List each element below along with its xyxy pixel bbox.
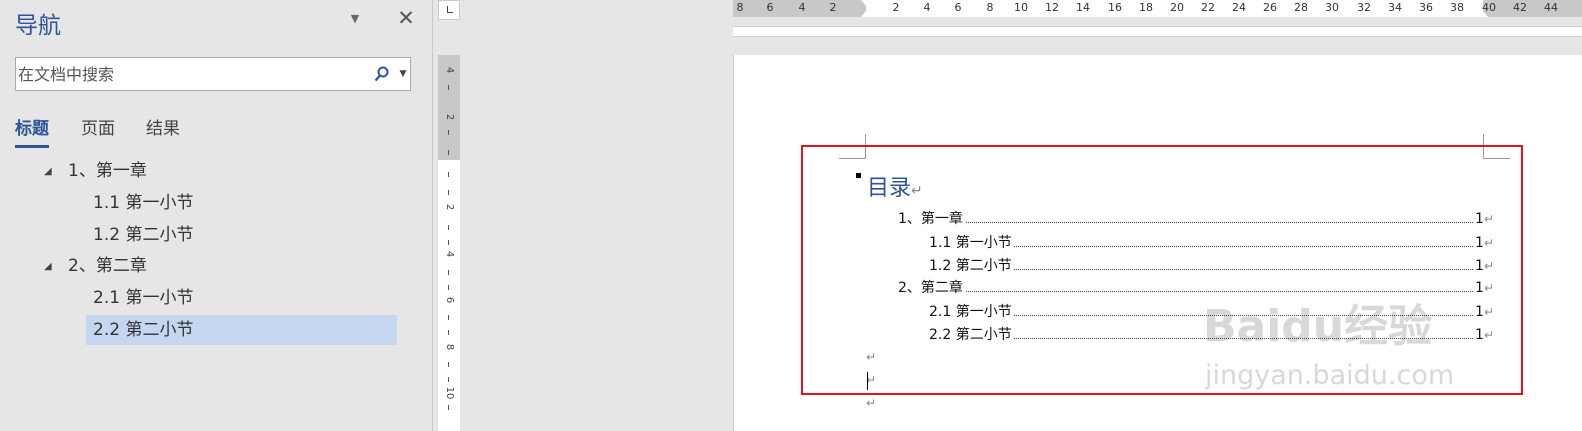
collapse-arrow-icon[interactable]: ◢ <box>44 165 58 179</box>
ruler-number: 42 <box>1513 1 1527 14</box>
ruler-tick <box>448 85 449 90</box>
ruler-number: 44 <box>1544 1 1558 14</box>
ruler-number: 4 <box>923 1 931 14</box>
tab-selector-button[interactable] <box>438 0 460 20</box>
ruler-number: 2 <box>444 113 455 121</box>
ruler-tick <box>448 285 449 290</box>
ruler-number: 38 <box>1450 1 1464 14</box>
ruler-tick <box>448 315 449 320</box>
ruler-number: 4 <box>444 66 455 74</box>
ruler-tick <box>448 330 449 335</box>
ruler-number: 6 <box>766 1 774 14</box>
first-line-indent-marker[interactable] <box>861 0 871 6</box>
ruler-number: 30 <box>1325 1 1339 14</box>
ruler-tick <box>448 377 449 382</box>
tree-item[interactable]: 1、第一章 <box>68 156 147 186</box>
ruler-number: 40 <box>1482 1 1496 14</box>
ruler-tick <box>448 172 449 177</box>
tree-item-selected[interactable]: 2.2 第二小节 <box>86 315 397 345</box>
ruler-number: 2 <box>829 1 837 14</box>
search-input[interactable] <box>18 61 358 87</box>
ruler-tick <box>448 405 449 410</box>
ruler-number: 20 <box>1170 1 1184 14</box>
ruler-tick <box>448 190 449 195</box>
ruler-number: 8 <box>736 1 744 14</box>
ruler-number: 22 <box>1201 1 1215 14</box>
ruler-number: 10 <box>444 386 455 400</box>
ruler-tick <box>448 150 449 155</box>
ruler-number: 12 <box>1045 1 1059 14</box>
ruler-number: 8 <box>444 343 455 351</box>
ruler-tick <box>448 270 449 275</box>
tab-pages[interactable]: 页面 <box>81 114 115 150</box>
ruler-number: 34 <box>1388 1 1402 14</box>
ruler-number: 28 <box>1294 1 1308 14</box>
collapse-arrow-icon[interactable]: ◢ <box>44 260 58 274</box>
ruler-number: 16 <box>1108 1 1122 14</box>
nav-title: 导航 <box>15 13 61 39</box>
search-options-dropdown-icon[interactable]: ▼ <box>397 67 409 81</box>
tree-item[interactable]: 1.1 第一小节 <box>93 188 193 218</box>
ruler-tick <box>448 362 449 367</box>
hanging-indent-marker[interactable] <box>861 11 871 17</box>
ruler-number: 36 <box>1419 1 1433 14</box>
tab-results[interactable]: 结果 <box>146 114 180 150</box>
ruler-number: 32 <box>1357 1 1371 14</box>
close-icon[interactable]: ✕ <box>396 7 416 29</box>
ruler-number: 4 <box>444 250 455 258</box>
tree-item[interactable]: 1.2 第二小节 <box>93 220 193 250</box>
ruler-strip <box>733 26 1582 37</box>
ruler-tick <box>448 130 449 135</box>
ruler-number: 26 <box>1263 1 1277 14</box>
search-icon[interactable] <box>373 65 391 83</box>
tree-item[interactable]: 2、第二章 <box>68 251 147 281</box>
search-box: ▼ <box>15 57 411 91</box>
ruler-number: 2 <box>444 203 455 211</box>
ruler-tick <box>448 240 449 245</box>
ruler-number: 6 <box>954 1 962 14</box>
pane-splitter[interactable] <box>432 0 433 431</box>
ruler-number: 18 <box>1139 1 1153 14</box>
ruler-number: 24 <box>1232 1 1246 14</box>
tab-headings[interactable]: 标题 <box>15 114 49 150</box>
ruler-number: 10 <box>1014 1 1028 14</box>
ruler-number: 4 <box>798 1 806 14</box>
ruler-number: 14 <box>1076 1 1090 14</box>
paragraph-mark: ↵ <box>866 396 877 410</box>
ruler-number: 8 <box>986 1 994 14</box>
pane-options-dropdown-icon[interactable]: ▼ <box>346 10 364 28</box>
ruler-number: 2 <box>892 1 900 14</box>
tree-item[interactable]: 2.1 第一小节 <box>93 283 193 313</box>
ruler-tick <box>448 225 449 230</box>
ruler-number: 6 <box>444 296 455 304</box>
annotation-highlight-box <box>801 145 1523 395</box>
navigation-pane: 导航 ▼ ✕ ▼ 标题 页面 结果 ◢ 1、第一章 1.1 第一小节 1.2 第… <box>0 0 432 431</box>
